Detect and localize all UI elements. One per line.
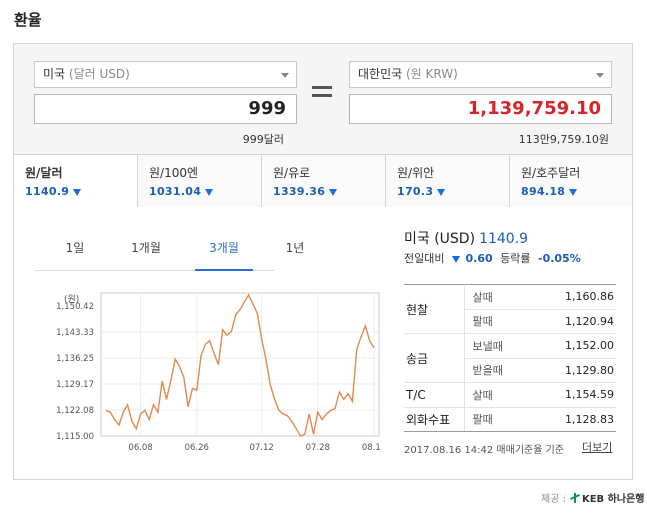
period-1y[interactable]: 1년 [275,239,315,256]
y-tick-label: 1,115.00 [56,432,94,442]
provider-credit: 제공 : KEB 하나은행 [541,490,644,505]
rate-label: 살때 [464,382,522,408]
down-arrow-icon [73,189,82,196]
timestamp-note: 2017.08.16 14:42 매매기준율 기준 [404,445,565,456]
tab-krw-eur[interactable]: 원/유로 1339.36 [262,155,386,207]
currency-converter: 미국 (달러 USD) 999 999달러 대한민국 (원 KRW) 1,139… [14,44,632,155]
info-change: 전일대비 0.60 등락률 -0.05% [404,250,581,266]
table-row: 현찰 살때 1,160.86 [404,284,616,334]
bank-logo-icon [570,493,580,503]
rate-value: 1,154.59 [522,382,616,408]
chevron-down-icon [281,73,289,78]
period-1d[interactable]: 1일 [55,239,95,256]
rate-label: 살때 [464,284,522,310]
info-title: 미국 (USD) 1140.9 [404,228,528,248]
down-arrow-icon [205,189,214,196]
y-tick-label: 1,136.25 [56,354,94,364]
provider-label: 제공 : [541,494,566,505]
period-tabs: 1일 1개월 3개월 1년 [35,229,304,271]
from-amount-text: 999달러 [242,133,284,146]
equals-icon [312,86,332,102]
table-row: 송금 보낼때 1,152.00 [404,333,616,383]
currency-tabs: 원/달러 1140.9 원/100엔 1031.04 원/유로 1339.36 … [14,155,632,207]
from-currency-unit: (달러 USD) [68,67,130,81]
rate-label: 팔때 [464,309,522,334]
rate-value: 1,129.80 [522,358,616,383]
tab-rate: 894.18 [521,185,566,198]
page-title: 환율 [14,11,42,29]
rate-table: 현찰 살때 1,160.86 팔때 1,120.94 송금 보낼때 1,152.… [404,284,616,432]
rate-value: 1,152.00 [522,333,616,359]
to-currency-name: 대한민국 [358,67,403,81]
rate-value: 1,128.83 [522,407,616,432]
y-tick-label: 1,143.33 [56,328,94,338]
rate-label: 팔때 [464,407,522,432]
from-currency-name: 미국 [43,67,66,81]
table-row: T/C 살때 1,154.59 [404,382,616,408]
down-arrow-icon [451,256,460,263]
rate-label: 보낼때 [464,333,522,359]
tab-name: 원/호주달러 [521,166,581,180]
rate-label: 받을때 [464,358,522,383]
x-tick-label: 08.16 [362,443,380,453]
period-1m[interactable]: 1개월 [121,239,171,256]
ratio-value: -0.05% [538,252,581,265]
info-rate: 1140.9 [479,231,529,247]
to-currency-unit: (원 KRW) [406,67,458,81]
tab-name: 원/100엔 [149,166,199,180]
down-arrow-icon [329,189,338,196]
rate-category: 외화수표 [404,407,465,432]
more-link[interactable]: 더보기 [582,439,612,455]
from-amount-input[interactable]: 999 [34,94,297,124]
x-tick-label: 07.28 [306,443,330,453]
plot-area [100,292,380,437]
info-country: 미국 (USD) [404,231,476,247]
period-3m[interactable]: 3개월 [195,239,253,256]
tab-rate: 1140.9 [25,185,70,198]
x-tick-label: 06.08 [128,443,152,453]
y-tick-label: 1,129.17 [56,380,94,390]
tab-name: 원/위안 [397,166,435,180]
table-row: 외화수표 팔때 1,128.83 [404,407,616,432]
x-tick-label: 07.12 [249,443,273,453]
chevron-down-icon [596,73,604,78]
tab-krw-usd[interactable]: 원/달러 1140.9 [14,155,138,207]
tab-name: 원/유로 [273,166,311,180]
to-amount-input[interactable]: 1,139,759.10 [349,94,612,124]
tab-rate: 1339.36 [273,185,326,198]
active-period-underline [195,269,253,271]
provider-name: KEB 하나은행 [581,494,645,505]
y-tick-label: 1,122.08 [56,406,94,416]
y-tick-label: 1,150.42 [56,302,94,312]
from-currency-select[interactable]: 미국 (달러 USD) [34,61,297,88]
tab-krw-aud[interactable]: 원/호주달러 894.18 [510,155,632,207]
rate-value: 1,160.86 [522,284,616,310]
tab-name: 원/달러 [25,166,63,180]
x-tick-label: 06.26 [185,443,209,453]
tab-rate: 170.3 [397,185,434,198]
to-currency-select[interactable]: 대한민국 (원 KRW) [349,61,612,88]
tab-rate: 1031.04 [149,185,202,198]
ratio-label: 등락률 [500,252,531,265]
tab-krw-cny[interactable]: 원/위안 170.3 [386,155,510,207]
to-amount-text: 113만9,759.10원 [518,133,609,146]
rate-value: 1,120.94 [522,309,616,334]
change-label: 전일대비 [404,252,445,265]
rate-category: 현찰 [404,284,465,334]
exchange-rate-widget: 미국 (달러 USD) 999 999달러 대한민국 (원 KRW) 1,139… [13,43,633,480]
rate-category: T/C [404,382,465,408]
down-arrow-icon [437,189,446,196]
rate-category: 송금 [404,333,465,383]
exchange-rate-chart: (원)1,150.421,143.331,136.251,129.171,122… [56,292,380,453]
tab-krw-jpy[interactable]: 원/100엔 1031.04 [138,155,262,207]
down-arrow-icon [569,189,578,196]
change-value: 0.60 [465,252,493,265]
